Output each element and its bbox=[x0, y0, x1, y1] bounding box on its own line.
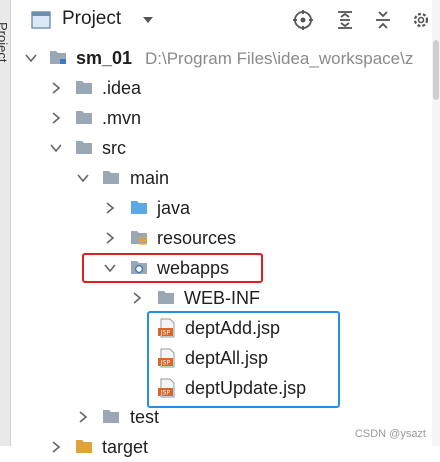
tree-row-project-root[interactable]: sm_01 D:\Program Files\idea_workspace\z bbox=[0, 43, 440, 73]
excluded-folder-icon bbox=[76, 440, 92, 453]
chevron-down-icon[interactable] bbox=[77, 172, 89, 184]
tree-row-mvn[interactable]: .mvn bbox=[0, 103, 440, 133]
side-tab-project[interactable]: Project bbox=[0, 22, 10, 62]
chevron-right-icon[interactable] bbox=[77, 411, 89, 423]
tree-row-java[interactable]: java bbox=[0, 193, 440, 223]
settings-icon[interactable] bbox=[410, 9, 432, 31]
tree-row-idea[interactable]: .idea bbox=[0, 73, 440, 103]
folder-label-target: target bbox=[102, 437, 149, 457]
locate-icon[interactable] bbox=[292, 9, 314, 31]
annotation-red-box bbox=[82, 253, 263, 283]
project-window-icon bbox=[31, 11, 51, 29]
folder-icon bbox=[76, 81, 92, 94]
chevron-right-icon[interactable] bbox=[50, 82, 62, 94]
toolbar-title[interactable]: Project bbox=[62, 8, 121, 30]
project-toolbar: Project bbox=[10, 0, 432, 40]
chevron-right-icon[interactable] bbox=[131, 292, 143, 304]
folder-label-java: java bbox=[157, 198, 191, 218]
caret-down-icon[interactable] bbox=[140, 12, 156, 28]
collapse-all-icon[interactable] bbox=[372, 9, 394, 31]
folder-label-webinf: WEB-INF bbox=[184, 288, 260, 308]
folder-icon bbox=[76, 141, 92, 154]
expand-all-icon[interactable] bbox=[334, 9, 356, 31]
project-name: sm_01 bbox=[76, 48, 133, 68]
project-path: D:\Program Files\idea_workspace\z bbox=[145, 49, 414, 68]
tree-row-webinf[interactable]: WEB-INF bbox=[0, 283, 440, 313]
resources-folder-icon bbox=[131, 231, 147, 245]
tree-row-main[interactable]: main bbox=[0, 163, 440, 193]
watermark: CSDN @ysazt bbox=[354, 428, 426, 440]
source-folder-icon bbox=[131, 201, 147, 214]
chevron-right-icon[interactable] bbox=[104, 202, 116, 214]
chevron-right-icon[interactable] bbox=[50, 112, 62, 124]
folder-icon bbox=[76, 111, 92, 124]
chevron-right-icon[interactable] bbox=[104, 232, 116, 244]
folder-label-mvn: .mvn bbox=[102, 108, 142, 128]
tree-row-resources[interactable]: resources bbox=[0, 223, 440, 253]
module-folder-icon bbox=[50, 51, 66, 64]
folder-label-resources: resources bbox=[157, 228, 237, 248]
tree-row-src[interactable]: src bbox=[0, 133, 440, 163]
folder-icon bbox=[103, 171, 119, 184]
chevron-down-icon[interactable] bbox=[50, 142, 62, 154]
chevron-down-icon[interactable] bbox=[25, 52, 37, 64]
chevron-right-icon[interactable] bbox=[50, 441, 62, 453]
folder-label-src: src bbox=[102, 138, 126, 158]
folder-label-test: test bbox=[130, 407, 160, 427]
folder-icon bbox=[158, 291, 174, 304]
annotation-blue-box bbox=[147, 311, 340, 408]
folder-label-main: main bbox=[130, 168, 170, 188]
folder-icon bbox=[103, 410, 119, 423]
folder-label-idea: .idea bbox=[102, 78, 142, 98]
